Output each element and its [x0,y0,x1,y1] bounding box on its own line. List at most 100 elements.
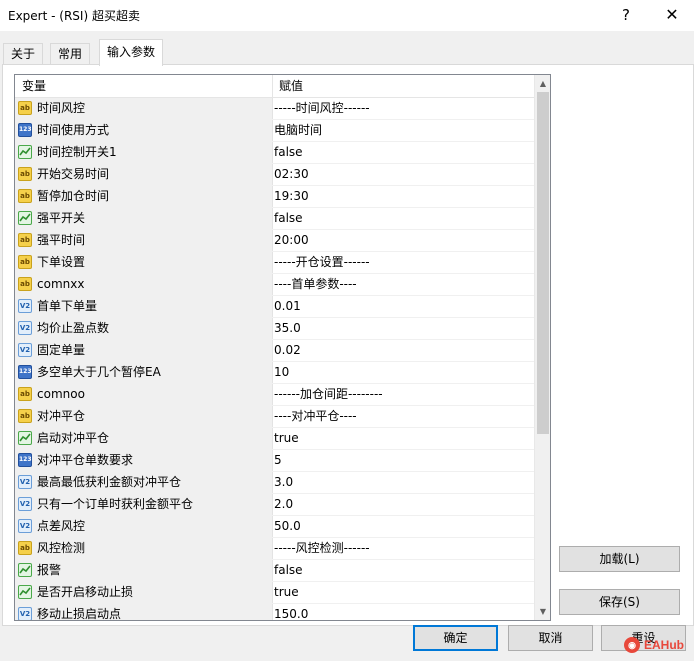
value-cell[interactable]: false [274,560,303,581]
value-cell[interactable]: 150.0 [274,604,308,620]
cancel-button[interactable]: 取消 [508,625,593,651]
double-type-icon: V2 [18,475,32,489]
table-row[interactable]: ab 风控检测 -----风控检测------ [15,538,534,560]
table-row[interactable]: V2 最高最低获利金额对冲平仓 3.0 [15,472,534,494]
table-row[interactable]: ab comnoo ------加仓间距-------- [15,384,534,406]
variable-cell: 123 多空单大于几个暂停EA [15,362,273,383]
table-row[interactable]: ab 暂停加仓时间 19:30 [15,186,534,208]
variable-name: 报警 [37,563,62,577]
value-cell[interactable]: ------加仓间距-------- [274,384,383,405]
tab-about[interactable]: 关于 [3,43,44,65]
value-cell[interactable]: true [274,582,299,603]
value-cell[interactable]: ----对冲平仓---- [274,406,357,427]
table-row[interactable]: 123 时间使用方式 电脑时间 [15,120,534,142]
load-button[interactable]: 加载(L) [559,546,680,572]
variable-name: comnxx [37,277,85,291]
variable-name: 只有一个订单时获利金额平仓 [37,497,194,511]
double-type-icon: V2 [18,519,32,533]
value-cell[interactable]: false [274,208,303,229]
table-row[interactable]: 强平开关 false [15,208,534,230]
double-type-icon: V2 [18,321,32,335]
double-type-icon: V2 [18,607,32,620]
table-row[interactable]: V2 只有一个订单时获利金额平仓 2.0 [15,494,534,516]
table-row[interactable]: ab 开始交易时间 02:30 [15,164,534,186]
save-button[interactable]: 保存(S) [559,589,680,615]
value-cell[interactable]: -----时间风控------ [274,98,370,119]
window-title: Expert - (RSI) 超买超卖 [8,9,140,23]
table-row[interactable]: ab 对冲平仓 ----对冲平仓---- [15,406,534,428]
variable-cell: 强平开关 [15,208,273,229]
value-cell[interactable]: 50.0 [274,516,301,537]
variable-cell: ab 风控检测 [15,538,273,559]
variable-cell: ab 开始交易时间 [15,164,273,185]
variable-name: 固定单量 [37,343,86,357]
table-row[interactable]: V2 均价止盈点数 35.0 [15,318,534,340]
variable-cell: ab 对冲平仓 [15,406,273,427]
table-row[interactable]: V2 移动止损启动点 150.0 [15,604,534,620]
value-cell[interactable]: 2.0 [274,494,293,515]
value-cell[interactable]: 0.02 [274,340,301,361]
table-row[interactable]: 启动对冲平仓 true [15,428,534,450]
value-cell[interactable]: 35.0 [274,318,301,339]
string-type-icon: ab [18,101,32,115]
table-row[interactable]: ab 强平时间 20:00 [15,230,534,252]
value-cell[interactable]: 19:30 [274,186,309,207]
value-cell[interactable]: -----开仓设置------ [274,252,370,273]
close-button[interactable]: ✕ [652,3,692,27]
integer-type-icon: 123 [18,365,32,379]
variable-name: 点差风控 [37,519,86,533]
table-row[interactable]: V2 点差风控 50.0 [15,516,534,538]
value-cell[interactable]: true [274,428,299,449]
variable-name: 首单下单量 [37,299,98,313]
value-cell[interactable]: 10 [274,362,289,383]
variable-cell: 报警 [15,560,273,581]
title-bar: Expert - (RSI) 超买超卖 ? ✕ [0,0,694,31]
tab-common[interactable]: 常用 [50,43,91,65]
vertical-scrollbar[interactable]: ▲ ▼ [534,75,550,620]
string-type-icon: ab [18,409,32,423]
help-button[interactable]: ? [606,3,646,27]
ok-button[interactable]: 确定 [413,625,498,651]
table-row[interactable]: ab 下单设置 -----开仓设置------ [15,252,534,274]
value-cell[interactable]: 3.0 [274,472,293,493]
column-header-variable[interactable]: 变量 [15,75,273,97]
integer-type-icon: 123 [18,453,32,467]
scroll-thumb[interactable] [537,92,549,434]
value-cell[interactable]: 电脑时间 [274,120,322,141]
value-cell[interactable]: 0.01 [274,296,301,317]
variable-name: comnoo [37,387,85,401]
value-cell[interactable]: 20:00 [274,230,309,251]
table-row[interactable]: ab 时间风控 -----时间风控------ [15,98,534,120]
table-row[interactable]: 是否开启移动止损 true [15,582,534,604]
value-cell[interactable]: -----风控检测------ [274,538,370,559]
value-cell[interactable]: false [274,142,303,163]
variable-cell: ab comnoo [15,384,273,405]
variable-cell: ab comnxx [15,274,273,295]
value-cell[interactable]: 5 [274,450,282,471]
table-row[interactable]: 时间控制开关1 false [15,142,534,164]
column-header-value[interactable]: 赋值 [272,75,303,97]
table-row[interactable]: V2 首单下单量 0.01 [15,296,534,318]
eahub-watermark: ◉ EAHub [620,634,684,656]
string-type-icon: ab [18,233,32,247]
value-cell[interactable]: 02:30 [274,164,309,185]
variable-name: 移动止损启动点 [37,607,122,620]
double-type-icon: V2 [18,497,32,511]
value-cell[interactable]: ----首单参数---- [274,274,357,295]
tab-inputs[interactable]: 输入参数 [99,39,164,66]
table-row[interactable]: V2 固定单量 0.02 [15,340,534,362]
scroll-up-arrow-icon[interactable]: ▲ [535,75,550,92]
grid-rows: ab 时间风控 -----时间风控------ 123 时间使用方式 电脑时间 时间控制开关… [15,98,534,620]
variable-cell: 是否开启移动止损 [15,582,273,603]
scroll-down-arrow-icon[interactable]: ▼ [535,603,550,620]
table-row[interactable]: ab comnxx ----首单参数---- [15,274,534,296]
boolean-type-icon [18,563,32,577]
variable-cell: V2 只有一个订单时获利金额平仓 [15,494,273,515]
table-row[interactable]: 报警 false [15,560,534,582]
table-row[interactable]: 123 对冲平仓单数要求 5 [15,450,534,472]
table-row[interactable]: 123 多空单大于几个暂停EA 10 [15,362,534,384]
variable-cell: V2 均价止盈点数 [15,318,273,339]
variable-cell: V2 最高最低获利金额对冲平仓 [15,472,273,493]
variable-name: 是否开启移动止损 [37,585,134,599]
variable-cell: V2 首单下单量 [15,296,273,317]
